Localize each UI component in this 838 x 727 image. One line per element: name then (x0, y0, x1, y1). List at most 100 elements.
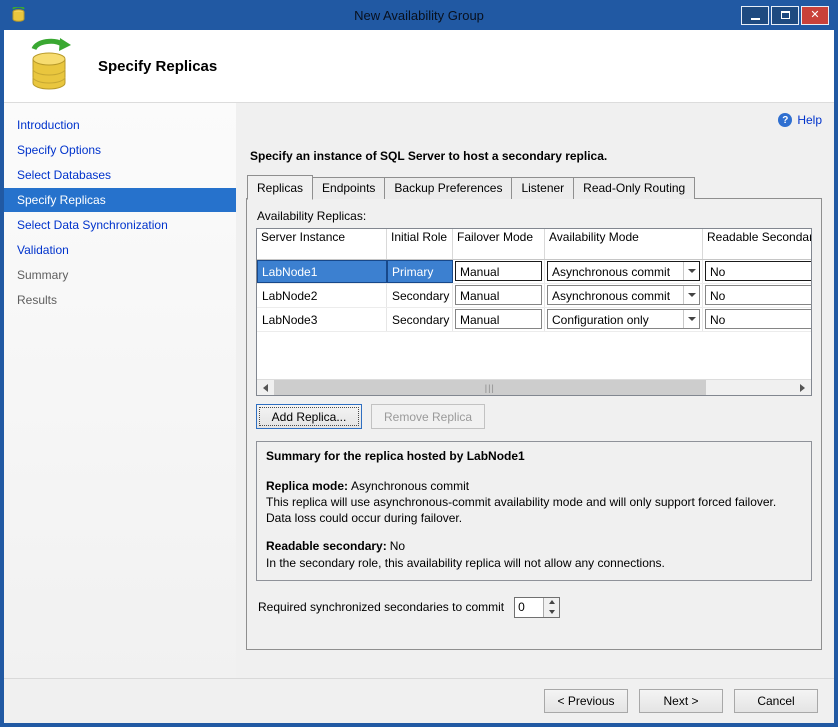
chevron-down-icon (683, 286, 699, 304)
database-sync-icon (26, 38, 72, 95)
readable-secondary-line: Readable secondary:No (266, 539, 802, 555)
maximize-button[interactable] (771, 6, 799, 25)
content-pane: ? Help Specify an instance of SQL Server… (236, 103, 834, 678)
cancel-button[interactable]: Cancel (734, 689, 818, 713)
sidebar-item-introduction[interactable]: Introduction (4, 113, 236, 137)
availability-mode-dropdown[interactable]: Asynchronous commit (547, 261, 700, 281)
tab-bar: ReplicasEndpointsBackup PreferencesListe… (247, 177, 822, 199)
titlebar: New Availability Group ✕ (4, 0, 834, 30)
scrollbar-track[interactable]: ||| (274, 380, 794, 395)
failover-mode-dropdown[interactable]: Manual (455, 285, 542, 305)
summary-panel: Summary for the replica hosted by LabNod… (256, 441, 812, 581)
failover-mode-dropdown-cell: Manual (453, 308, 545, 331)
sidebar-nav: IntroductionSpecify OptionsSelect Databa… (4, 103, 236, 678)
window-icon-glyph (11, 7, 26, 23)
close-button[interactable]: ✕ (801, 6, 829, 25)
replica-row-labnode2[interactable]: LabNode2SecondaryManual Asynchronous comm… (257, 284, 811, 308)
availability-mode-dropdown-value: Asynchronous commit (548, 262, 683, 280)
scrollbar-thumb[interactable]: ||| (274, 380, 706, 395)
availability-mode-dropdown-cell: Asynchronous commit (545, 284, 703, 307)
quorum-label: Required synchronized secondaries to com… (258, 600, 504, 614)
replicas-grid: Server InstanceInitial RoleFailover Mode… (256, 228, 812, 396)
page-title: Specify Replicas (98, 58, 217, 75)
replica-mode-description: This replica will use asynchronous-commi… (266, 495, 802, 526)
scroll-left-button[interactable] (257, 380, 274, 395)
failover-mode-dropdown-cell: Manual (453, 260, 545, 283)
failover-mode-dropdown-value: Manual (456, 310, 541, 328)
readable-secondary-label: Readable secondary: (266, 539, 387, 553)
failover-mode-dropdown[interactable]: Manual (455, 309, 542, 329)
sidebar-item-specify-options[interactable]: Specify Options (4, 138, 236, 162)
failover-mode-dropdown[interactable]: Manual (455, 261, 542, 281)
quorum-spinner (514, 597, 560, 618)
server-instance-cell[interactable]: LabNode3 (257, 308, 387, 331)
window-controls: ✕ (741, 6, 829, 25)
new-availability-group-window: New Availability Group ✕ Specify Replica… (0, 0, 838, 727)
sidebar-item-specify-replicas[interactable]: Specify Replicas (4, 188, 236, 212)
sidebar-item-summary: Summary (4, 263, 236, 287)
readable-secondary-dropdown[interactable]: No (705, 261, 811, 281)
grid-header-row: Server InstanceInitial RoleFailover Mode… (257, 229, 811, 260)
sidebar-item-select-data-synchronization[interactable]: Select Data Synchronization (4, 213, 236, 237)
summary-title: Summary for the replica hosted by LabNod… (266, 449, 802, 465)
horizontal-scrollbar[interactable]: ||| (257, 379, 811, 395)
replica-actions: Add Replica... Remove Replica (256, 404, 812, 429)
column-header-availability-mode: Availability Mode (545, 229, 703, 259)
tab-read-only-routing[interactable]: Read-Only Routing (573, 177, 695, 199)
quorum-input[interactable] (515, 598, 543, 617)
window-title: New Availability Group (4, 8, 834, 23)
server-instance-cell[interactable]: LabNode2 (257, 284, 387, 307)
replica-row-labnode1[interactable]: LabNode1PrimaryManual Asynchronous commit… (257, 260, 811, 284)
readable-secondary-dropdown-value: No (706, 262, 811, 280)
initial-role-cell: Secondary (387, 284, 453, 307)
help-link[interactable]: Help (797, 113, 822, 127)
column-header-failover-mode: Failover Mode (453, 229, 545, 259)
spin-down-button[interactable] (544, 607, 559, 617)
replica-mode-label: Replica mode: (266, 479, 348, 493)
wizard-header: Specify Replicas (4, 30, 834, 103)
availability-mode-dropdown[interactable]: Asynchronous commit (547, 285, 700, 305)
readable-secondary-dropdown-cell: No (703, 308, 811, 331)
availability-mode-dropdown-value: Asynchronous commit (548, 286, 683, 304)
readable-secondary-dropdown[interactable]: No (705, 309, 811, 329)
quorum-row: Required synchronized secondaries to com… (258, 597, 812, 618)
tab-replicas[interactable]: Replicas (247, 175, 313, 200)
readable-secondary-dropdown-cell: No (703, 284, 811, 307)
help-row: ? Help (246, 111, 822, 129)
add-replica-button[interactable]: Add Replica... (256, 404, 362, 429)
spin-up-icon (549, 600, 555, 604)
remove-replica-button: Remove Replica (371, 404, 485, 429)
replica-mode-value: Asynchronous commit (351, 479, 469, 493)
tab-backup-preferences[interactable]: Backup Preferences (384, 177, 512, 199)
replicas-tab-page: Availability Replicas: Server InstanceIn… (246, 198, 822, 650)
failover-mode-dropdown-value: Manual (456, 262, 541, 280)
replica-row-labnode3[interactable]: LabNode3SecondaryManualConfiguration onl… (257, 308, 811, 332)
sidebar-item-validation[interactable]: Validation (4, 238, 236, 262)
scroll-right-button[interactable] (794, 380, 811, 395)
instruction-text: Specify an instance of SQL Server to hos… (250, 149, 822, 163)
minimize-button[interactable] (741, 6, 769, 25)
availability-mode-dropdown-cell: Configuration only (545, 308, 703, 331)
availability-mode-dropdown[interactable]: Configuration only (547, 309, 700, 329)
tab-listener[interactable]: Listener (511, 177, 574, 199)
next-button[interactable]: Next > (639, 689, 723, 713)
column-header-readable-secondar: Readable Secondar (703, 229, 811, 259)
sidebar-item-select-databases[interactable]: Select Databases (4, 163, 236, 187)
tab-endpoints[interactable]: Endpoints (312, 177, 385, 199)
grid-rows: LabNode1PrimaryManualAsynchronous commit… (257, 260, 811, 332)
wizard-body: IntroductionSpecify OptionsSelect Databa… (4, 103, 834, 678)
column-header-initial-role: Initial Role (387, 229, 453, 259)
failover-mode-dropdown-cell: Manual (453, 284, 545, 307)
chevron-down-icon (683, 310, 699, 328)
spin-up-button[interactable] (544, 598, 559, 608)
readable-secondary-dropdown[interactable]: No (705, 285, 811, 305)
close-icon: ✕ (810, 10, 819, 21)
scroll-right-icon (800, 384, 805, 392)
server-instance-cell[interactable]: LabNode1 (257, 260, 387, 283)
spin-down-icon (549, 610, 555, 614)
previous-button[interactable]: < Previous (544, 689, 628, 713)
column-header-server-instance: Server Instance (257, 229, 387, 259)
failover-mode-dropdown-value: Manual (456, 286, 541, 304)
availability-mode-dropdown-value: Configuration only (548, 310, 683, 328)
initial-role-cell: Primary (387, 260, 453, 283)
